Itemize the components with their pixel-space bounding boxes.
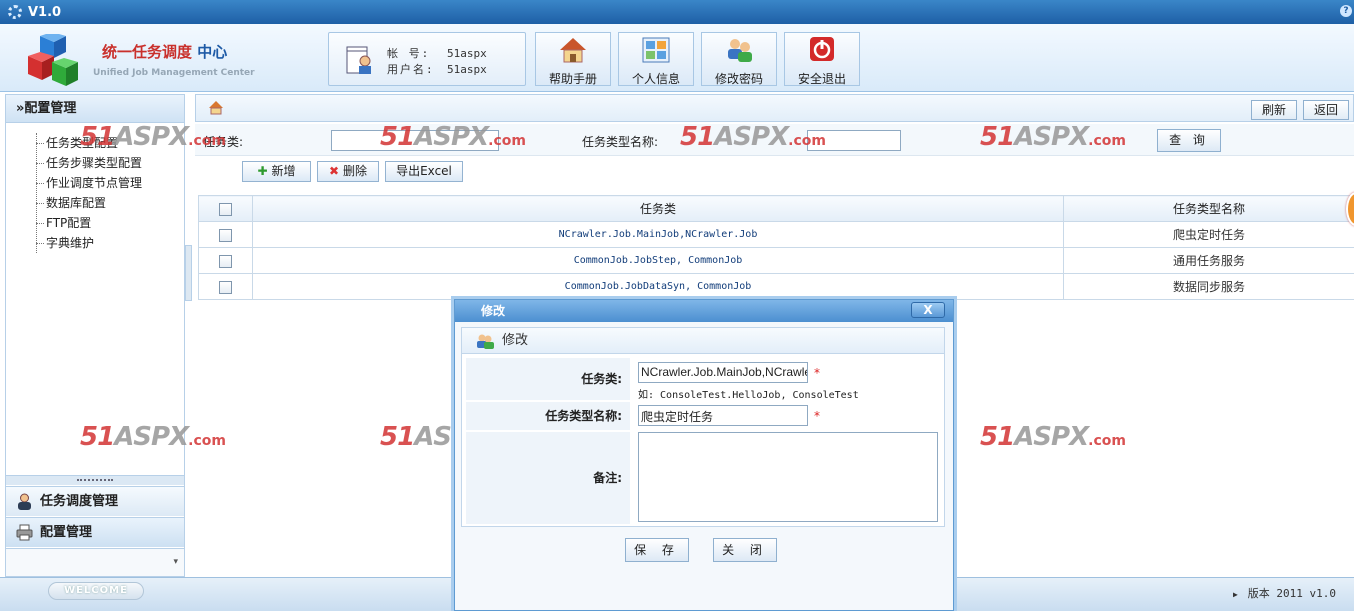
task-class-label: 任务类:: [203, 135, 244, 149]
task-type-name-field[interactable]: 爬虫定时任务: [638, 405, 808, 426]
column-header-task-class: 任务类: [252, 195, 1064, 222]
task-type-name-cell: 数据同步服务: [1063, 273, 1354, 300]
task-class-cell: CommonJob.JobDataSyn, CommonJob: [252, 273, 1064, 300]
query-button[interactable]: 查 询: [1157, 129, 1221, 152]
home-icon[interactable]: [208, 100, 224, 115]
dialog-subtitle: 修改: [462, 328, 944, 354]
edit-dialog: 修改 X 修改 任务类: NCrawler.Job.MainJob,NCrawl…: [454, 299, 954, 611]
row-checkbox[interactable]: [219, 254, 232, 268]
delete-button[interactable]: ✖ 删除: [317, 161, 379, 182]
tab-config-management[interactable]: 配置管理: [6, 517, 184, 547]
profile-grid-icon: [642, 37, 670, 63]
delete-x-icon: ✖: [328, 164, 340, 178]
task-class-row: 任务类: NCrawler.Job.MainJob,NCrawler.Job *…: [466, 358, 940, 401]
sidebar-header: »配置管理: [6, 95, 184, 123]
task-class-hint: 如: ConsoleTest.HelloJob, ConsoleTest: [638, 390, 859, 401]
required-mark: *: [814, 409, 820, 423]
note-row: 备注:: [466, 432, 940, 524]
app-subtitle: Unified Job Management Center: [93, 68, 255, 78]
grid-toolbar: ✚ 新增 ✖ 删除 导出Excel: [242, 161, 463, 182]
welcome-badge: WELCOME: [48, 582, 144, 600]
tab-task-scheduling[interactable]: 任务调度管理: [6, 486, 184, 516]
task-class-cell: CommonJob.JobStep, CommonJob: [252, 247, 1064, 274]
select-all-checkbox[interactable]: [219, 202, 232, 216]
sidebar-resize-grip[interactable]: [6, 475, 184, 485]
account-panel: 帐 号: 51aspx 用户名: 51aspx: [328, 32, 526, 86]
breadcrumb: 刷新 返回: [195, 94, 1354, 122]
required-mark: *: [814, 366, 820, 380]
sidebar-item-task-type[interactable]: 任务类型配置: [36, 133, 142, 153]
users-icon: [477, 334, 494, 349]
config-tree: 任务类型配置 任务步骤类型配置 作业调度节点管理 数据库配置 FTP配置 字典维…: [36, 133, 142, 253]
note-label: 备注:: [466, 432, 630, 524]
watermark: 51ASPX.com: [980, 422, 1126, 452]
username-row: 用户名: 51aspx: [387, 63, 487, 76]
search-bar: 任务类: 任务类型名称: 查 询: [195, 124, 1354, 156]
change-password-button[interactable]: 修改密码: [701, 32, 777, 86]
save-button[interactable]: 保 存: [625, 538, 689, 562]
task-type-name-label: 任务类型名称:: [582, 135, 659, 149]
task-type-table: 任务类 任务类型名称 NCrawler.Job.MainJob,NCrawler…: [198, 195, 1354, 300]
sidebar-item-dictionary[interactable]: 字典维护: [36, 233, 142, 253]
task-type-name-input[interactable]: [807, 130, 901, 151]
person-icon: [18, 493, 31, 510]
refresh-button[interactable]: 刷新: [1250, 100, 1297, 120]
add-button[interactable]: ✚ 新增: [242, 161, 311, 182]
sidebar-item-ftp[interactable]: FTP配置: [36, 213, 142, 233]
sidebar-item-database[interactable]: 数据库配置: [36, 193, 142, 213]
row-checkbox[interactable]: [219, 280, 232, 294]
dialog-close-button[interactable]: X: [911, 302, 945, 318]
sidebar-dropdown[interactable]: ▾: [6, 548, 184, 576]
title-bar: V1.0 ?: [0, 0, 1354, 24]
power-icon: [810, 37, 834, 61]
username-value: 51aspx: [447, 63, 487, 76]
user-card-icon: [346, 46, 371, 74]
help-manual-button[interactable]: 帮助手册: [535, 32, 611, 86]
task-class-input[interactable]: [331, 130, 499, 151]
back-button[interactable]: 返回: [1302, 100, 1349, 120]
export-excel-button[interactable]: 导出Excel: [385, 161, 463, 182]
house-icon: [560, 38, 586, 63]
plus-icon: ✚: [257, 164, 268, 178]
gear-icon: [8, 5, 22, 19]
logo-cube-icon: [28, 34, 78, 86]
task-class-cell: NCrawler.Job.MainJob,NCrawler.Job: [252, 221, 1064, 248]
task-type-name-row: 任务类型名称: 爬虫定时任务 *: [466, 402, 940, 430]
sidebar-item-task-step-type[interactable]: 任务步骤类型配置: [36, 153, 142, 173]
select-all-cell: [198, 195, 253, 222]
task-class-label: 任务类:: [466, 358, 630, 400]
sidebar-splitter[interactable]: [185, 245, 192, 301]
table-row[interactable]: CommonJob.JobDataSyn, CommonJob 数据同步服务: [198, 273, 1354, 300]
dialog-title: 修改: [455, 300, 953, 322]
chevron-down-icon: ▾: [173, 557, 178, 567]
header: 统一任务调度 中心 Unified Job Management Center …: [0, 24, 1354, 92]
version-text: ▶ 版本 2011 v1.0: [1232, 587, 1336, 600]
help-icon[interactable]: ?: [1340, 5, 1352, 17]
table-header-row: 任务类 任务类型名称: [198, 195, 1354, 222]
account-row: 帐 号: 51aspx: [387, 47, 487, 60]
task-type-name-cell: 爬虫定时任务: [1063, 221, 1354, 248]
close-button[interactable]: 关 闭: [713, 538, 777, 562]
app-title: 统一任务调度 中心: [102, 43, 228, 61]
column-header-task-type-name: 任务类型名称: [1063, 195, 1354, 222]
sidebar-item-job-node[interactable]: 作业调度节点管理: [36, 173, 142, 193]
table-row[interactable]: CommonJob.JobStep, CommonJob 通用任务服务: [198, 247, 1354, 274]
table-row[interactable]: NCrawler.Job.MainJob,NCrawler.Job 爬虫定时任务: [198, 221, 1354, 248]
account-value: 51aspx: [447, 47, 487, 60]
task-class-field[interactable]: NCrawler.Job.MainJob,NCrawler.Job: [638, 362, 808, 383]
profile-button[interactable]: 个人信息: [618, 32, 694, 86]
note-textarea[interactable]: [638, 432, 938, 522]
users-icon: [728, 39, 752, 62]
app-version: V1.0: [28, 4, 62, 20]
triangle-right-icon: ▶: [1232, 590, 1238, 599]
task-type-name-label: 任务类型名称:: [466, 402, 630, 430]
logout-button[interactable]: 安全退出: [784, 32, 860, 86]
printer-icon: [16, 524, 33, 541]
row-checkbox[interactable]: [219, 228, 232, 242]
sidebar: »配置管理 任务类型配置 任务步骤类型配置 作业调度节点管理 数据库配置 FTP…: [5, 94, 185, 577]
task-type-name-cell: 通用任务服务: [1063, 247, 1354, 274]
dialog-form: 修改 任务类: NCrawler.Job.MainJob,NCrawler.Jo…: [461, 327, 945, 527]
